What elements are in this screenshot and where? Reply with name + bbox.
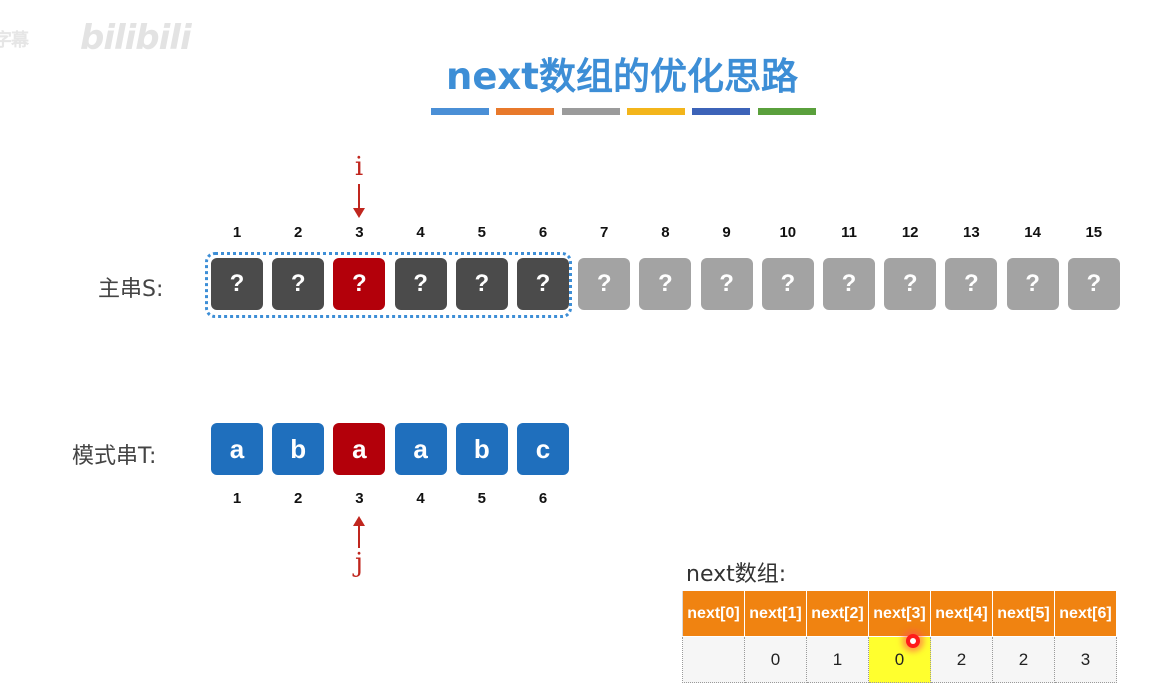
title-color-bar: [757, 108, 816, 115]
title-color-bar: [626, 108, 685, 115]
pattern-index: 1: [232, 490, 242, 507]
main-index: 10: [779, 224, 797, 241]
main-string-cell: ?: [333, 258, 386, 310]
title-color-bar: [561, 108, 620, 115]
pattern-index: 4: [416, 490, 425, 507]
pointer-cursor-icon: [906, 634, 920, 648]
main-index: 14: [1024, 224, 1041, 241]
next-array-header-cell: next[2]: [806, 590, 869, 637]
pattern-string-cell: a: [211, 423, 263, 475]
pattern-string-cell: b: [455, 423, 508, 475]
main-index: 7: [600, 224, 609, 241]
next-array-value-cell: 0: [868, 636, 931, 683]
slide-title: next数组的优化思路: [446, 55, 798, 98]
main-index: 4: [416, 224, 425, 241]
pattern-pointer-arrow: [358, 524, 360, 548]
main-index: 6: [538, 224, 548, 241]
next-array-value-row: 010223: [682, 636, 1117, 683]
next-array-table: next[0] next[1] next[2] next[3] next[4] next[…: [682, 590, 1117, 683]
main-string-cell: ?: [639, 258, 692, 310]
main-index: 2: [294, 224, 303, 241]
main-string-cell: ?: [761, 258, 814, 310]
next-array-header-cell: next[1]: [744, 590, 807, 637]
main-string-cell: ?: [884, 258, 937, 310]
main-index: 15: [1085, 224, 1103, 241]
pattern-string-cell: b: [272, 423, 325, 475]
main-string-cell: ?: [1067, 258, 1120, 310]
next-array-value-cell: 0: [744, 636, 807, 683]
main-string-cell: ?: [945, 258, 998, 310]
next-array-value-cell: 2: [992, 636, 1055, 683]
next-array-header-cell: next[3]: [868, 590, 931, 637]
main-pointer-label: i: [354, 152, 364, 182]
main-string-cell: ?: [211, 258, 263, 310]
title-color-bar: [431, 108, 489, 115]
pattern-string-cell: a: [394, 423, 447, 475]
main-index: 12: [901, 224, 919, 241]
main-pointer-arrow-head: [353, 208, 365, 218]
next-array-header-cell: next[4]: [930, 590, 993, 637]
main-string-cell: ?: [578, 258, 631, 310]
next-array-value-cell: 3: [1054, 636, 1117, 683]
pattern-index: 6: [538, 490, 548, 507]
pattern-pointer-label: j: [354, 548, 364, 578]
pattern-index: 3: [355, 490, 364, 507]
main-index: 11: [841, 224, 857, 241]
main-string-cell: ?: [1006, 258, 1059, 310]
main-index: 1: [232, 224, 242, 241]
main-index: 8: [661, 224, 670, 241]
title-color-bar: [496, 108, 555, 115]
next-array-value-cell: 1: [806, 636, 869, 683]
main-index: 13: [963, 224, 980, 241]
pattern-index: 2: [294, 490, 303, 507]
main-index: 3: [355, 224, 364, 241]
pattern-string-label: 模式串T:: [72, 444, 157, 469]
main-string-cell: ?: [455, 258, 508, 310]
main-string-cell: ?: [517, 258, 569, 310]
next-array-header-cell: next[6]: [1054, 590, 1117, 637]
next-array-header-row: next[0] next[1] next[2] next[3] next[4] next[…: [682, 590, 1117, 637]
next-array-header-cell: next[5]: [992, 590, 1055, 637]
pattern-string-cell: a: [333, 423, 386, 475]
main-pointer-arrow: [358, 184, 360, 210]
next-array-value-cell: 2: [930, 636, 993, 683]
main-string-label: 主串S:: [98, 277, 164, 302]
main-index: 5: [477, 224, 486, 241]
main-string-cell: ?: [394, 258, 447, 310]
main-index: 9: [722, 224, 731, 241]
next-array-value-cell: [682, 636, 745, 683]
pattern-index: 5: [477, 490, 486, 507]
main-string-cell: ?: [700, 258, 753, 310]
title-color-bar: [692, 108, 751, 115]
main-string-cell: ?: [823, 258, 875, 310]
next-array-label: next数组:: [686, 562, 787, 587]
next-array-header-cell: next[0]: [682, 590, 745, 637]
pattern-string-cell: c: [517, 423, 569, 475]
main-string-cell: ?: [272, 258, 325, 310]
